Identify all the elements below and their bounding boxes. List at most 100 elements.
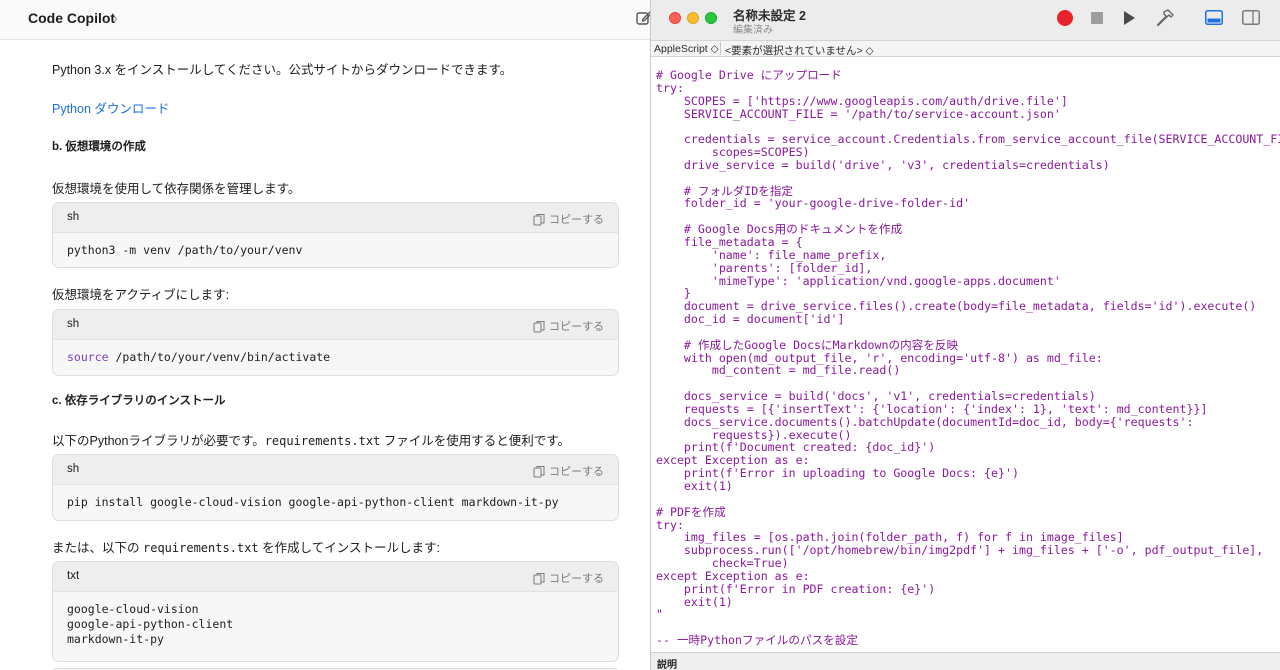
copy-label: コピーする: [549, 214, 604, 226]
code-line[interactable]: # 作成したGoogle DocsにMarkdownの内容を反映: [656, 338, 1280, 352]
inline-code: requirements.txt: [264, 434, 381, 448]
description-bar: 説明: [651, 652, 1280, 670]
code-line: python3 -m venv /path/to/your/venv: [67, 243, 303, 257]
code-line[interactable]: 'name': file_name_prefix,: [656, 248, 1280, 262]
code-line[interactable]: drive_service = build('drive', 'v3', cre…: [656, 159, 1280, 172]
code-line[interactable]: 'parents': [folder_id],: [656, 261, 1280, 275]
zoom-window-button[interactable]: [705, 12, 717, 24]
activate-description: 仮想環境をアクティブにします:: [52, 288, 230, 302]
code-line[interactable]: -- 一時Pythonファイルのパスを設定: [656, 634, 1280, 647]
copy-label: コピーする: [549, 321, 604, 333]
copy-icon: [533, 572, 545, 584]
code-line[interactable]: docs_service.documents().batchUpdate(doc…: [656, 415, 1280, 429]
script-editor-window: 名称未設定 2 編集済み AppleScript ◇ <要素が選択されていません…: [650, 0, 1280, 670]
install-python-text: Python 3.x をインストールしてください。公式サイトからダウンロードでき…: [52, 63, 513, 77]
text-span: または、以下の: [52, 541, 140, 555]
code-line[interactable]: try:: [656, 81, 1280, 95]
code-line[interactable]: doc_id = document['id']: [656, 313, 1280, 326]
code-line[interactable]: print(f'Error in PDF creation: {e}'): [656, 582, 1280, 596]
code-line[interactable]: [656, 172, 1280, 185]
code-line[interactable]: SCOPES = ['https://www.googleapis.com/au…: [656, 94, 1280, 108]
side-panel-toggle-icon[interactable]: [1242, 10, 1260, 25]
code-block: sh コピーする python3 -m venv /path/to/your/v…: [52, 202, 619, 268]
code-line[interactable]: [656, 493, 1280, 506]
python-download-link[interactable]: Python ダウンロード: [52, 98, 169, 117]
chevron-right-icon[interactable]: ›: [113, 10, 118, 26]
code-text: /path/to/your/venv/bin/activate: [108, 350, 331, 364]
code-line[interactable]: # Google Drive にアップロード: [656, 69, 1280, 82]
code-line[interactable]: # PDFを作成: [656, 505, 1280, 519]
code-line[interactable]: except Exception as e:: [656, 570, 1280, 583]
run-button[interactable]: [1124, 11, 1135, 25]
code-editor[interactable]: # Google Drive にアップロード try: SCOPES = ['ht…: [656, 69, 1280, 647]
text-span: ライブラリが必要です。: [128, 434, 265, 448]
bottom-panel-toggle-icon[interactable]: [1205, 10, 1223, 25]
description-tab[interactable]: 説明: [657, 656, 677, 670]
divider: [720, 42, 721, 55]
code-line[interactable]: scopes=SCOPES): [656, 146, 1280, 159]
record-button[interactable]: [1057, 10, 1073, 26]
text-span: Python: [89, 434, 129, 448]
inline-code: requirements.txt: [143, 541, 259, 555]
copy-button[interactable]: コピーする: [533, 211, 604, 227]
code-line[interactable]: check=True): [656, 557, 1280, 570]
app-title[interactable]: Code Copilot: [28, 10, 115, 26]
code-line[interactable]: exit(1): [656, 480, 1280, 493]
code-line[interactable]: folder_id = 'your-google-drive-folder-id…: [656, 197, 1280, 210]
copy-label: コピーする: [549, 573, 604, 585]
text-span: ファイルを使用すると便利です。: [383, 434, 571, 448]
close-window-button[interactable]: [669, 12, 681, 24]
code-line[interactable]: requests = [{'insertText': {'location': …: [656, 403, 1280, 416]
minimize-window-button[interactable]: [687, 12, 699, 24]
code-keyword: source: [67, 350, 109, 364]
or-description: または、以下の requirements.txt を作成してインストールします:: [52, 537, 440, 556]
copy-button[interactable]: コピーする: [533, 570, 604, 586]
code-block: sh コピーする source /path/to/your/venv/bin/a…: [52, 309, 619, 376]
copy-icon: [533, 213, 545, 225]
libs-heading: c. 依存ライブラリのインストール: [52, 395, 226, 407]
code-language-label: sh: [67, 463, 80, 475]
code-language-label: txt: [67, 570, 80, 582]
code-block-header: txt コピーする: [53, 562, 618, 592]
chat-header: Code Copilot ›: [0, 0, 653, 40]
code-line: google-api-python-client: [67, 617, 234, 631]
code-line[interactable]: [656, 326, 1280, 339]
code-block: txt コピーする google-cloud-vision google-api-…: [52, 561, 619, 662]
venv-heading: b. 仮想環境の作成: [52, 141, 146, 153]
code-line[interactable]: file_metadata = {: [656, 236, 1280, 249]
code-line[interactable]: docs_service = build('docs', 'v1', crede…: [656, 390, 1280, 403]
code-lines: google-cloud-vision google-api-python-cli…: [53, 592, 618, 647]
navigation-bar: AppleScript ◇ <要素が選択されていません> ◇: [651, 40, 1280, 57]
code-line: pip install google-cloud-vision google-a…: [67, 495, 559, 509]
code-line[interactable]: 'mimeType': 'application/vnd.google-apps…: [656, 274, 1280, 288]
code-line[interactable]: exit(1): [656, 595, 1280, 609]
hammer-icon[interactable]: [1155, 8, 1175, 28]
text-span: を作成してインストールします:: [262, 541, 440, 555]
document-status: 編集済み: [733, 25, 773, 36]
copy-icon: [533, 465, 545, 477]
copy-icon: [533, 320, 545, 332]
chat-pane: Code Copilot › Python 3.x をインストールしてください。…: [0, 0, 653, 670]
title-bar: 名称未設定 2 編集済み: [651, 0, 1280, 40]
code-line[interactable]: SERVICE_ACCOUNT_FILE = '/path/to/service…: [656, 107, 1280, 121]
code-block: sh コピーする pip install google-cloud-vision…: [52, 454, 619, 521]
code-line[interactable]: ": [656, 608, 1280, 621]
code-block-header: sh コピーする: [53, 203, 618, 233]
venv-description: 仮想環境を使用して依存関係を管理します。: [52, 182, 301, 196]
code-line[interactable]: md_content = md_file.read(): [656, 364, 1280, 377]
stop-button[interactable]: [1091, 12, 1103, 24]
copy-button[interactable]: コピーする: [533, 318, 604, 334]
code-line: markdown-it-py: [67, 632, 164, 646]
code-line: google-cloud-vision: [67, 602, 199, 616]
libs-description: 以下のPythonライブラリが必要です。requirements.txt ファイ…: [52, 430, 570, 449]
code-line[interactable]: print(f'Error in uploading to Google Doc…: [656, 467, 1280, 480]
code-language-label: sh: [67, 211, 80, 223]
element-selector[interactable]: <要素が選択されていません> ◇: [725, 43, 874, 58]
copy-button[interactable]: コピーする: [533, 463, 604, 479]
language-selector[interactable]: AppleScript ◇: [654, 43, 719, 55]
code-block-header: sh コピーする: [53, 310, 618, 340]
text-span: 以下の: [52, 434, 90, 448]
code-language-label: sh: [67, 318, 80, 330]
copy-label: コピーする: [549, 466, 604, 478]
code-line: source /path/to/your/venv/bin/activate: [53, 340, 618, 365]
